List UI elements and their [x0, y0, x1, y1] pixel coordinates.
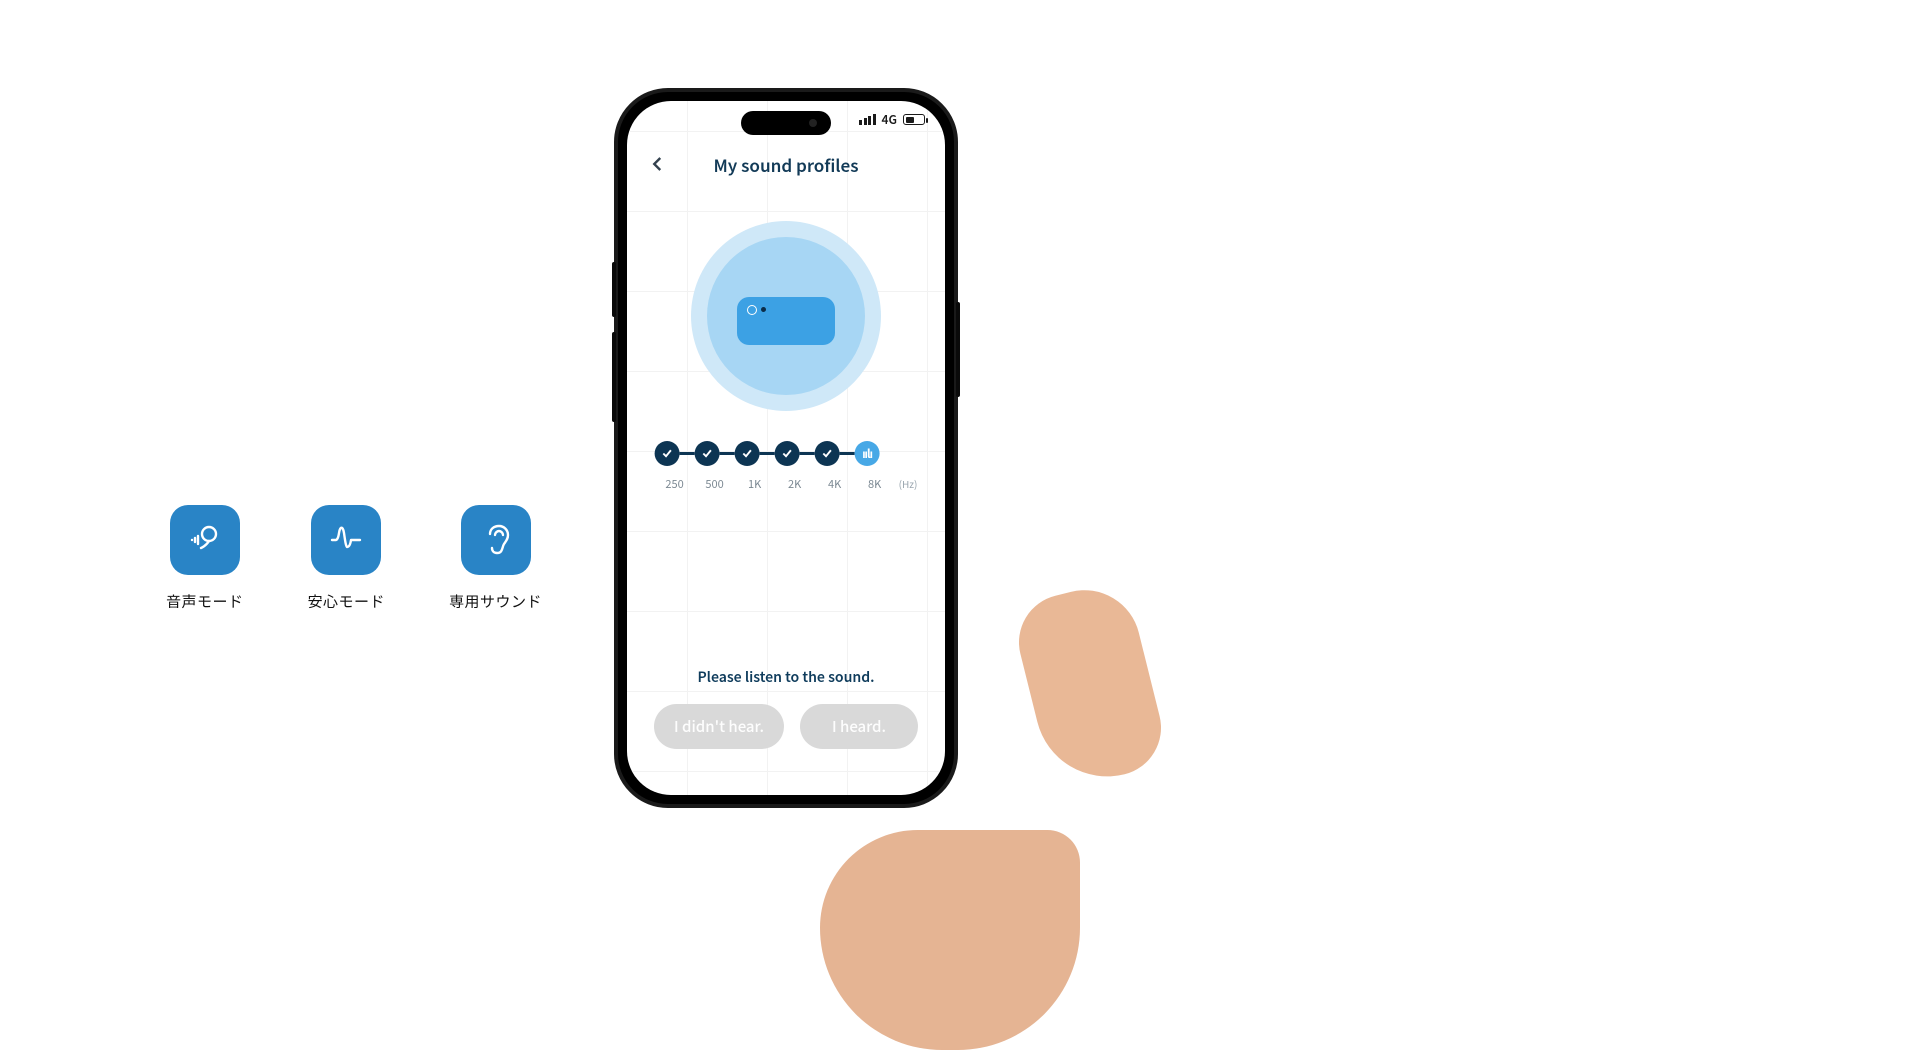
frequency-progress: 2505001K2K4K8K(Hz) — [655, 441, 918, 492]
device-illustration — [737, 297, 835, 345]
phone-screen: 4G My sound profiles 2505001K2K4K8K(Hz) … — [627, 101, 945, 795]
feature-voice-mode: 音声モード — [166, 505, 244, 612]
freq-unit: (Hz) — [899, 476, 918, 492]
back-button[interactable] — [645, 151, 671, 177]
battery-icon — [903, 114, 925, 125]
freq-step-8K — [855, 441, 880, 466]
freq-step-1K — [735, 441, 760, 466]
phone-frame: 4G My sound profiles 2505001K2K4K8K(Hz) … — [614, 88, 958, 808]
freq-label: 8K — [855, 476, 895, 492]
freq-label: 500 — [695, 476, 735, 492]
page-title: My sound profiles — [713, 152, 858, 177]
instruction-text: Please listen to the sound. — [627, 667, 945, 687]
feature-icons: 音声モード 安心モード 専用サウンド — [166, 505, 542, 612]
feature-safe-mode: 安心モード — [308, 505, 386, 612]
freq-label: 1K — [735, 476, 775, 492]
voice-mode-icon — [170, 505, 240, 575]
freq-step-500 — [695, 441, 720, 466]
response-buttons: I didn't hear. I heard. — [627, 704, 945, 749]
feature-label: 専用サウンド — [449, 591, 542, 612]
freq-step-250 — [655, 441, 680, 466]
ear-icon — [461, 505, 531, 575]
dynamic-island — [741, 111, 831, 135]
freq-step-4K — [815, 441, 840, 466]
freq-label: 2K — [775, 476, 815, 492]
network-label: 4G — [882, 111, 897, 128]
freq-step-2K — [775, 441, 800, 466]
didnt-hear-button[interactable]: I didn't hear. — [654, 704, 784, 749]
freq-label: 250 — [655, 476, 695, 492]
safe-mode-icon — [311, 505, 381, 575]
app-header: My sound profiles — [627, 151, 945, 177]
status-bar: 4G — [859, 111, 925, 128]
signal-icon — [859, 114, 876, 125]
freq-label: 4K — [815, 476, 855, 492]
heard-button[interactable]: I heard. — [800, 704, 918, 749]
feature-label: 安心モード — [308, 591, 386, 612]
sound-visualizer — [691, 221, 881, 411]
feature-personal-sound: 専用サウンド — [449, 505, 542, 612]
feature-label: 音声モード — [166, 591, 244, 612]
